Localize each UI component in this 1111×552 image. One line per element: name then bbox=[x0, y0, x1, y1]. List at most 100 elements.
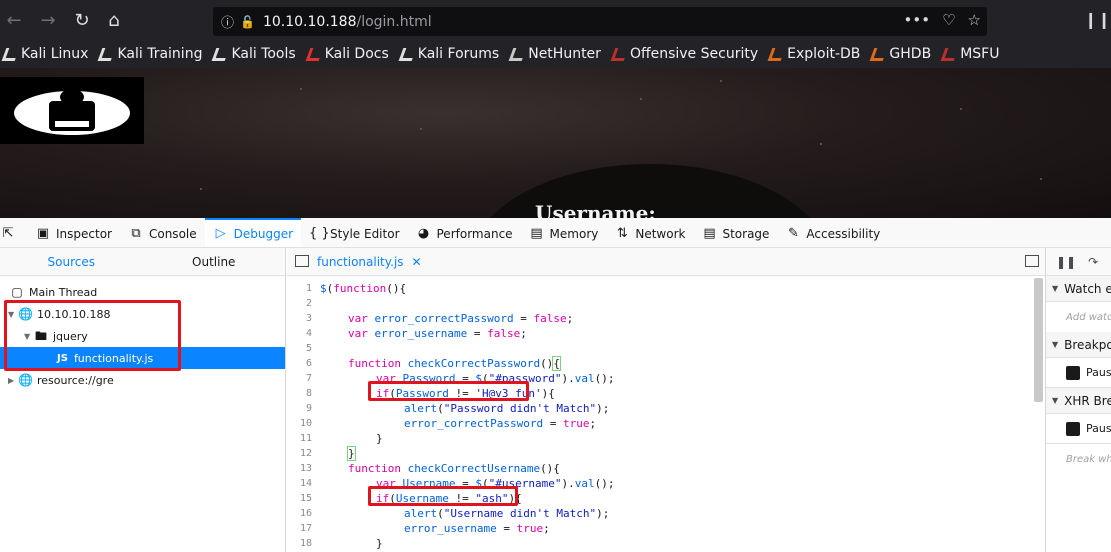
tab-label: Performance bbox=[436, 226, 513, 241]
pause-xhr-row[interactable]: Pause on any URL bbox=[1046, 414, 1111, 444]
offsec-icon bbox=[610, 47, 629, 61]
bookmark-item[interactable]: Kali Forums bbox=[397, 40, 507, 68]
sources-pane: Sources Outline ▢ Main Thread ▼ 🌐 10.10.… bbox=[0, 248, 286, 552]
checkbox-icon[interactable] bbox=[1066, 421, 1080, 436]
tab-performance[interactable]: ◕ Performance bbox=[408, 218, 521, 247]
network-icon: ⇅ bbox=[616, 225, 628, 241]
line-number[interactable]: 4 bbox=[306, 326, 312, 341]
tab-label: Accessibility bbox=[806, 226, 881, 241]
tab-storage[interactable]: ▤ Storage bbox=[693, 218, 777, 247]
breakpoints-label: Breakpoints bbox=[1064, 337, 1111, 352]
page-actions-icon[interactable]: ••• bbox=[904, 11, 931, 29]
line-number[interactable]: 16 bbox=[300, 506, 312, 521]
back-button[interactable]: ← bbox=[0, 6, 28, 34]
bookmark-item[interactable]: Kali Linux bbox=[0, 40, 96, 68]
line-number[interactable]: 9 bbox=[306, 401, 312, 416]
tree-resource[interactable]: ▶ 🌐 resource://gre bbox=[0, 369, 285, 391]
line-number[interactable]: 17 bbox=[300, 521, 312, 536]
bookmark-item[interactable]: Kali Training bbox=[96, 40, 210, 68]
watch-hint[interactable]: Add watch expression bbox=[1046, 302, 1111, 332]
editor-tab-file[interactable]: functionality.js ✕ bbox=[317, 255, 422, 269]
line-number[interactable]: 15 bbox=[300, 491, 312, 506]
pause-icon[interactable]: ❚❚ bbox=[1056, 255, 1076, 269]
bookmark-label: Kali Training bbox=[117, 46, 203, 62]
code-line: function checkCorrectPassword(){ bbox=[348, 356, 561, 371]
element-picker-button[interactable]: ⇱ bbox=[0, 218, 27, 247]
collapsed-icon[interactable]: ▶ bbox=[8, 376, 18, 385]
toggle-panel-icon[interactable] bbox=[1025, 255, 1039, 267]
performance-icon: ◕ bbox=[417, 225, 430, 241]
code-editor[interactable]: $(function(){ var error_correctPassword … bbox=[315, 276, 1031, 552]
bookmark-label: GHDB bbox=[889, 46, 932, 62]
line-number[interactable]: 2 bbox=[306, 296, 312, 311]
page-info-icon[interactable]: ⓘ bbox=[221, 12, 234, 31]
pause-exceptions-row[interactable]: Pause on exceptions bbox=[1046, 358, 1111, 388]
url-bar[interactable]: ⓘ 🔓 10.10.10.188/login.html ••• ♡ ☆ bbox=[213, 7, 987, 36]
tab-label: Console bbox=[148, 226, 197, 241]
step-over-icon[interactable]: ↷ bbox=[1088, 255, 1098, 269]
tab-outline[interactable]: Outline bbox=[143, 248, 286, 275]
bookmark-item[interactable]: NetHunter bbox=[507, 40, 609, 68]
code-line: } bbox=[376, 537, 383, 550]
code-line: var error_username = false; bbox=[348, 327, 527, 340]
tab-style-editor[interactable]: { } Style Editor bbox=[301, 218, 407, 247]
line-number[interactable]: 3 bbox=[306, 311, 312, 326]
checkbox-icon[interactable] bbox=[1066, 365, 1080, 380]
home-button[interactable]: ⌂ bbox=[100, 6, 128, 34]
exploitdb-icon bbox=[767, 47, 786, 61]
watch-section-header[interactable]: ▼Watch expressions bbox=[1046, 276, 1111, 302]
line-number[interactable]: 1 bbox=[306, 281, 312, 296]
code-line: error_correctPassword = true; bbox=[404, 417, 597, 430]
code-line: alert("Password didn't Match"); bbox=[404, 402, 610, 415]
bookmark-item[interactable]: Kali Tools bbox=[210, 40, 303, 68]
line-number[interactable]: 13 bbox=[300, 461, 312, 476]
tab-console[interactable]: ⧉ Console bbox=[120, 218, 205, 247]
bookmark-item[interactable]: GHDB bbox=[868, 40, 939, 68]
tab-network[interactable]: ⇅ Network bbox=[606, 218, 693, 247]
browser-navbar: ← → ↻ ⌂ ⓘ 🔓 10.10.10.188/login.html ••• … bbox=[0, 0, 1111, 40]
bookmark-item[interactable]: Exploit-DB bbox=[766, 40, 868, 68]
line-number[interactable]: 7 bbox=[306, 371, 312, 386]
editor-scrollbar[interactable] bbox=[1034, 278, 1043, 402]
bookmark-label: Kali Forums bbox=[417, 46, 500, 62]
page-content: Username: bbox=[0, 68, 1111, 218]
line-number[interactable]: 8 bbox=[306, 386, 312, 401]
thread-icon: ▢ bbox=[11, 285, 23, 299]
line-number[interactable]: 6 bbox=[306, 356, 312, 371]
tab-memory[interactable]: ▤ Memory bbox=[521, 218, 607, 247]
line-number[interactable]: 18 bbox=[300, 536, 312, 551]
tab-sources[interactable]: Sources bbox=[0, 248, 143, 275]
resource-label: resource://gre bbox=[37, 373, 114, 387]
tab-inspector[interactable]: ▣ Inspector bbox=[27, 218, 120, 247]
line-number[interactable]: 10 bbox=[300, 416, 312, 431]
style-editor-icon: { } bbox=[309, 225, 330, 241]
tab-label: Storage bbox=[722, 226, 770, 241]
bookmark-star-icon[interactable]: ☆ bbox=[968, 11, 981, 29]
line-number[interactable]: 5 bbox=[306, 341, 312, 356]
xhr-section-header[interactable]: ▼XHR Breakpoints bbox=[1046, 388, 1111, 414]
code-line: $(function(){ bbox=[320, 282, 407, 295]
close-tab-icon[interactable]: ✕ bbox=[412, 255, 422, 269]
forward-button[interactable]: → bbox=[34, 6, 62, 34]
breakpoints-section-header[interactable]: ▼Breakpoints bbox=[1046, 332, 1111, 358]
bookmark-label: Offensive Security bbox=[629, 46, 759, 62]
bookmark-item[interactable]: MSFU bbox=[939, 40, 1007, 68]
tab-label: Inspector bbox=[56, 226, 112, 241]
bookmark-label: NetHunter bbox=[528, 46, 601, 62]
break-hint[interactable]: Break when URL contains bbox=[1046, 444, 1111, 474]
tab-accessibility[interactable]: ✎ Accessibility bbox=[777, 218, 888, 247]
library-icon[interactable]: ❙❙❚ bbox=[1084, 10, 1111, 29]
tab-debugger[interactable]: ▷ Debugger bbox=[204, 218, 302, 247]
line-number[interactable]: 12 bbox=[300, 446, 312, 461]
toggle-sources-icon[interactable] bbox=[295, 255, 309, 267]
url-path: /login.html bbox=[356, 13, 432, 30]
reload-button[interactable]: ↻ bbox=[68, 6, 96, 34]
line-number[interactable]: 14 bbox=[300, 476, 312, 491]
code-line: } bbox=[376, 432, 383, 445]
bookmark-label: Kali Tools bbox=[231, 46, 296, 62]
insecure-lock-icon[interactable]: 🔓 bbox=[240, 15, 255, 29]
bookmark-item[interactable]: Kali Docs bbox=[304, 40, 397, 68]
line-number[interactable]: 11 bbox=[300, 431, 312, 446]
bookmark-item[interactable]: Offensive Security bbox=[609, 40, 766, 68]
pocket-icon[interactable]: ♡ bbox=[942, 11, 955, 29]
